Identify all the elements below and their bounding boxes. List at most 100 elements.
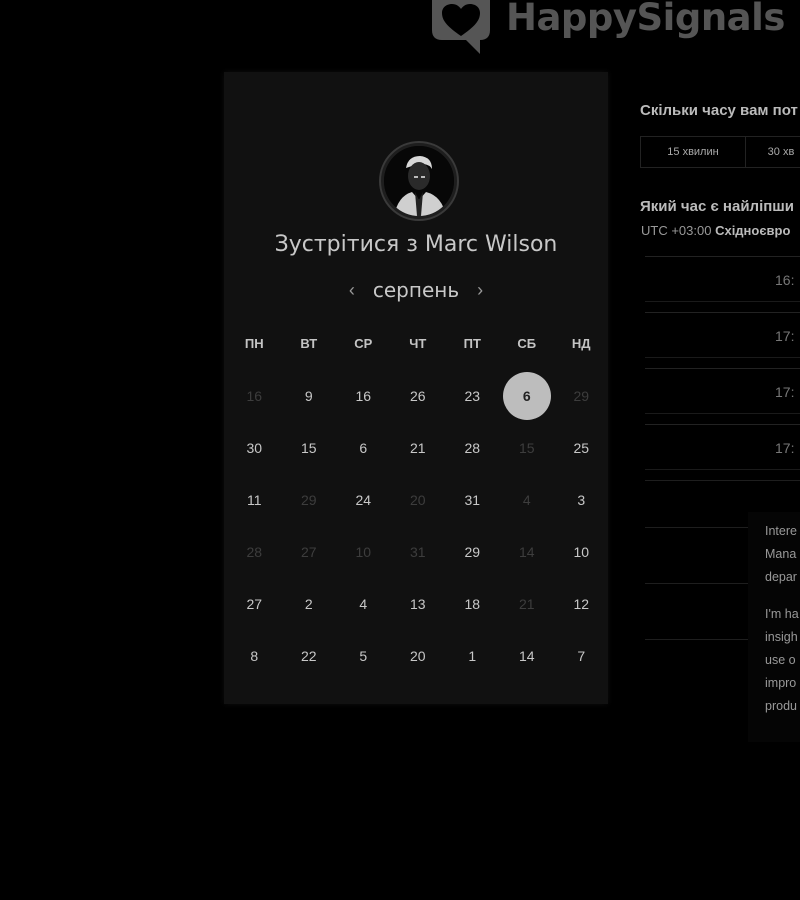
- person-photo: [384, 146, 454, 216]
- time-slot[interactable]: 16:: [645, 256, 800, 302]
- calendar-week: 30 15 6 21 28 15 25: [227, 422, 608, 474]
- calendar-day[interactable]: 16: [336, 370, 391, 422]
- calendar-day[interactable]: 24: [336, 474, 391, 526]
- calendar-day[interactable]: 10: [554, 526, 609, 578]
- day-number: 6: [359, 440, 368, 456]
- calendar-day: 28: [227, 526, 282, 578]
- day-number: 31: [464, 492, 481, 508]
- day-number: 29: [573, 388, 590, 404]
- chevron-right-icon[interactable]: ›: [473, 280, 487, 301]
- chevron-left-icon[interactable]: ‹: [345, 280, 359, 301]
- calendar-day: 27: [282, 526, 337, 578]
- day-number: 24: [355, 492, 372, 508]
- calendar-day[interactable]: 11: [227, 474, 282, 526]
- day-number: 21: [409, 440, 426, 456]
- day-number: 25: [573, 440, 590, 456]
- day-number: 10: [573, 544, 590, 560]
- calendar-day[interactable]: 2: [282, 578, 337, 630]
- time-slot[interactable]: 17:: [645, 368, 800, 414]
- popup-paragraph: Intere Mana depar: [765, 520, 800, 589]
- day-number: 18: [464, 596, 481, 612]
- day-number: 16: [246, 388, 263, 404]
- weekday-label: ВТ: [300, 336, 318, 351]
- day-number: 20: [409, 492, 426, 508]
- day-number: 31: [409, 544, 426, 560]
- calendar-day[interactable]: 1: [445, 630, 500, 682]
- weekday-label: СБ: [517, 336, 537, 351]
- calendar-day-selected[interactable]: 6: [500, 370, 555, 422]
- calendar-day[interactable]: 29: [445, 526, 500, 578]
- day-number: 7: [577, 648, 586, 664]
- weekday-label: ПТ: [463, 336, 481, 351]
- duration-option-15[interactable]: 15 хвилин: [640, 136, 746, 168]
- day-number: 16: [355, 388, 372, 404]
- day-number: 15: [518, 440, 535, 456]
- time-slot[interactable]: 17:: [645, 424, 800, 470]
- calendar-day[interactable]: 26: [391, 370, 446, 422]
- calendar-day[interactable]: 22: [282, 630, 337, 682]
- intro-popup: Intere Mana depar I'm ha insigh use o im…: [748, 512, 800, 742]
- calendar-week: 27 2 4 13 18 21 12: [227, 578, 608, 630]
- calendar-day[interactable]: 14: [500, 630, 555, 682]
- day-number: 28: [246, 544, 263, 560]
- calendar-day[interactable]: 7: [554, 630, 609, 682]
- calendar-day[interactable]: 20: [391, 630, 446, 682]
- day-number: 30: [246, 440, 263, 456]
- calendar-day[interactable]: 30: [227, 422, 282, 474]
- timezone-label[interactable]: UTC +03:00 Східноєвро: [641, 223, 790, 238]
- calendar-day: 21: [500, 578, 555, 630]
- calendar-day[interactable]: 21: [391, 422, 446, 474]
- weekday-label: НД: [571, 336, 591, 351]
- day-number: 2: [304, 596, 313, 612]
- calendar-day: 20: [391, 474, 446, 526]
- calendar-day[interactable]: 9: [282, 370, 337, 422]
- weekday-header: ПН ВТ СР ЧТ ПТ СБ НД: [227, 330, 608, 358]
- calendar-day[interactable]: 18: [445, 578, 500, 630]
- day-number: 4: [522, 492, 531, 508]
- popup-line: impro: [765, 676, 797, 690]
- calendar-day[interactable]: 13: [391, 578, 446, 630]
- day-number: 23: [464, 388, 481, 404]
- calendar-week: 8 22 5 20 1 14 7: [227, 630, 608, 682]
- day-number: 1: [468, 648, 477, 664]
- day-number: 3: [577, 492, 586, 508]
- calendar-day[interactable]: 28: [445, 422, 500, 474]
- day-number: 5: [359, 648, 368, 664]
- day-number: 8: [250, 648, 259, 664]
- calendar-day: 29: [282, 474, 337, 526]
- calendar-day: 15: [500, 422, 555, 474]
- calendar-day[interactable]: 4: [336, 578, 391, 630]
- popup-line: insigh: [765, 630, 798, 644]
- day-number: 14: [518, 544, 535, 560]
- day-number: 6: [502, 372, 551, 420]
- calendar-day[interactable]: 6: [336, 422, 391, 474]
- calendar-day[interactable]: 27: [227, 578, 282, 630]
- weekday-label: ПН: [244, 336, 264, 351]
- happysignals-logo: HappySignals: [426, 0, 785, 56]
- calendar-day: 16: [227, 370, 282, 422]
- time-slot[interactable]: 17:: [645, 312, 800, 358]
- popup-paragraph: I'm ha insigh use o impro produ: [765, 603, 800, 718]
- popup-line: Mana: [765, 547, 797, 561]
- calendar-day[interactable]: 12: [554, 578, 609, 630]
- day-number: 13: [409, 596, 426, 612]
- weekday-label: ЧТ: [409, 336, 427, 351]
- day-number: 26: [409, 388, 426, 404]
- heart-chat-icon: [432, 0, 490, 54]
- calendar-day[interactable]: 8: [227, 630, 282, 682]
- day-number: 29: [464, 544, 481, 560]
- time-question: Який час є найліпши: [640, 198, 795, 215]
- calendar-day[interactable]: 31: [445, 474, 500, 526]
- calendar-day[interactable]: 3: [554, 474, 609, 526]
- day-number: 11: [246, 492, 262, 508]
- avatar: [381, 143, 457, 219]
- calendar-day[interactable]: 25: [554, 422, 609, 474]
- calendar-day[interactable]: 15: [282, 422, 337, 474]
- day-number: 27: [300, 544, 317, 560]
- current-month: серпень: [372, 278, 460, 302]
- calendar-day: 29: [554, 370, 609, 422]
- calendar-day[interactable]: 23: [445, 370, 500, 422]
- calendar-day[interactable]: 5: [336, 630, 391, 682]
- booking-panel: Скільки часу вам пот 15 хвилин 30 хв Яки…: [640, 0, 800, 900]
- duration-option-30[interactable]: 30 хв: [746, 136, 800, 168]
